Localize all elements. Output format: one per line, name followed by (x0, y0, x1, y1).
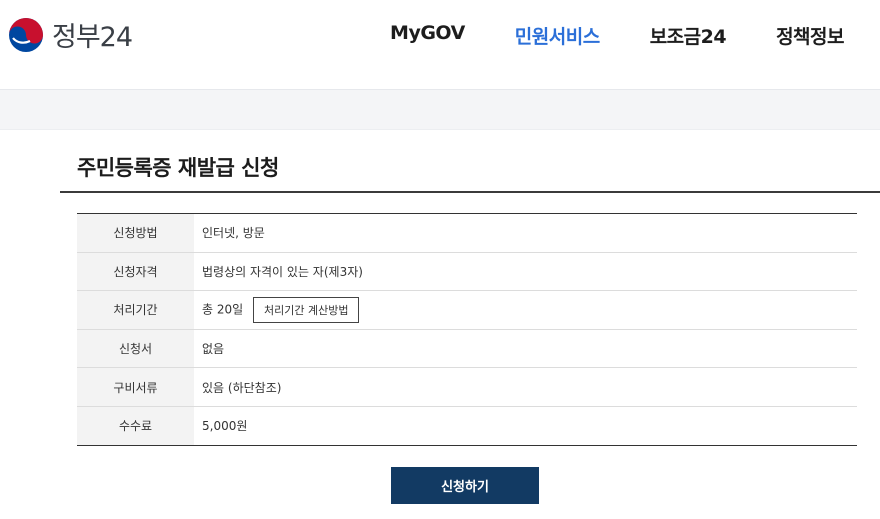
table-row: 신청방법 인터넷, 방문 (77, 213, 857, 253)
taegeuk-logo-icon (9, 17, 43, 52)
service-info-table: 신청방법 인터넷, 방문 신청자격 법령상의 자격이 있는 자(제3자) 처리기… (77, 213, 857, 446)
processing-period-calc-button[interactable]: 처리기간 계산방법 (253, 296, 360, 323)
processing-period-text: 총 20일 (202, 302, 244, 317)
title-divider (60, 191, 880, 193)
row-label-processing-period: 처리기간 (77, 290, 194, 330)
table-row: 처리기간 총 20일 처리기간 계산방법 (77, 290, 857, 330)
row-value-fee: 5,000원 (194, 405, 857, 446)
row-label-documents: 구비서류 (77, 367, 194, 407)
table-row: 구비서류 있음 (하단참조) (77, 367, 857, 407)
apply-button[interactable]: 신청하기 (391, 467, 539, 504)
table-row: 신청자격 법령상의 자격이 있는 자(제3자) (77, 251, 857, 291)
row-label-eligibility: 신청자격 (77, 251, 194, 291)
nav-policy-info[interactable]: 정책정보 (776, 22, 844, 49)
row-label-method: 신청방법 (77, 213, 194, 253)
row-value-application-form: 없음 (194, 328, 857, 368)
breadcrumb-band (0, 90, 880, 130)
row-value-processing-period: 총 20일 처리기간 계산방법 (194, 290, 857, 330)
site-header: 정부24 MyGOV 민원서비스 보조금24 정책정보 (0, 0, 880, 90)
row-value-eligibility: 법령상의 자격이 있는 자(제3자) (194, 251, 857, 291)
site-logo[interactable]: 정부24 (8, 15, 133, 54)
page-title: 주민등록증 재발급 신청 (77, 156, 279, 180)
nav-subsidy24[interactable]: 보조금24 (650, 22, 727, 49)
row-label-fee: 수수료 (77, 405, 194, 446)
row-value-method: 인터넷, 방문 (202, 226, 265, 241)
logo-text: 정부24 (52, 22, 133, 53)
main-nav: MyGOV 민원서비스 보조금24 정책정보 (340, 22, 844, 49)
row-label-application-form: 신청서 (77, 328, 194, 368)
nav-civil-services[interactable]: 민원서비스 (515, 22, 600, 49)
row-value-documents: 있음 (하단참조) (194, 367, 857, 407)
table-row: 수수료 5,000원 (77, 405, 857, 446)
table-row: 신청서 없음 (77, 328, 857, 368)
nav-mygov[interactable]: MyGOV (390, 22, 465, 49)
